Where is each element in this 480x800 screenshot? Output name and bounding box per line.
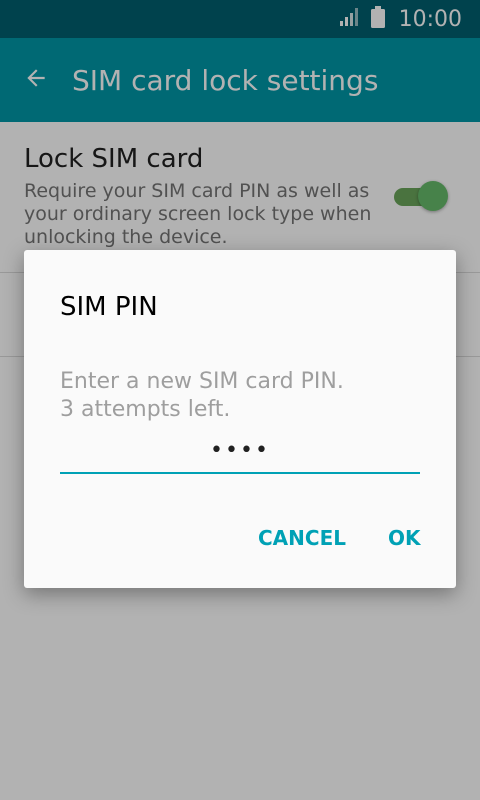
dialog-message-line: Enter a new SIM card PIN. — [60, 369, 344, 394]
pin-input-underline — [60, 472, 420, 474]
sim-pin-dialog: SIM PIN Enter a new SIM card PIN. 3 atte… — [24, 250, 456, 588]
cancel-button[interactable]: CANCEL — [252, 516, 352, 560]
dialog-message-line: 3 attempts left. — [60, 397, 231, 422]
ok-button[interactable]: OK — [382, 516, 427, 560]
dialog-message: Enter a new SIM card PIN. 3 attempts lef… — [60, 368, 420, 424]
pin-input[interactable] — [60, 430, 420, 470]
dialog-title: SIM PIN — [60, 292, 158, 322]
